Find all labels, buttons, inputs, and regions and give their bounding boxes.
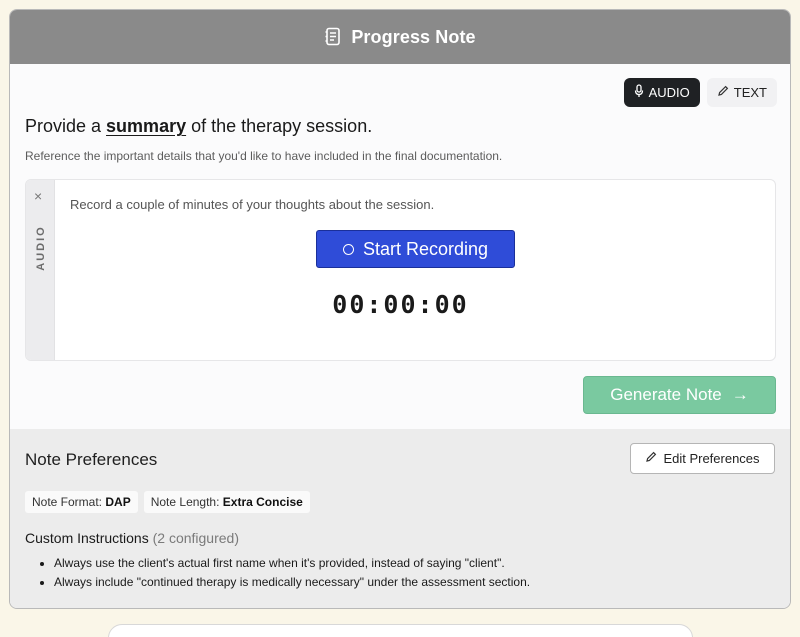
note-length-pill: Note Length: Extra Concise: [143, 491, 310, 513]
record-label: Start Recording: [362, 238, 489, 259]
format-label: Note Format:: [32, 495, 103, 509]
note-format-pill: Note Format: DAP: [25, 491, 138, 513]
arrow-right-icon: →: [731, 385, 749, 404]
audio-recorder-panel: × AUDIO Record a couple of minutes of yo…: [25, 179, 776, 361]
record-icon: [342, 243, 354, 255]
format-value: DAP: [105, 495, 131, 509]
custom-title-text: Custom Instructions: [25, 530, 149, 546]
mode-toggle: AUDIO TEXT: [623, 78, 777, 107]
generate-note-button[interactable]: Generate Note →: [583, 376, 776, 414]
edit-preferences-button[interactable]: Edit Preferences: [630, 443, 775, 474]
session-input-area: AUDIO TEXT Provide a summary of the ther…: [10, 64, 790, 429]
list-item: Always include "continued therapy is med…: [54, 575, 530, 589]
bottom-panel-edge: [108, 624, 693, 637]
note-icon: [324, 27, 342, 47]
heading-prefix: Provide a: [25, 116, 107, 136]
custom-instructions-list: Always use the client's actual first nam…: [54, 556, 530, 594]
edit-preferences-label: Edit Preferences: [663, 451, 760, 466]
page-title: Progress Note: [351, 26, 476, 47]
pencil-icon: [645, 451, 657, 466]
close-icon[interactable]: ×: [34, 188, 42, 204]
length-value: Extra Concise: [222, 495, 303, 509]
preference-pills: Note Format: DAP Note Length: Extra Conc…: [25, 491, 310, 513]
audio-rail: × AUDIO: [26, 180, 55, 360]
custom-instructions-title: Custom Instructions (2 configured): [25, 530, 239, 546]
heading-emphasis: summary: [106, 116, 187, 136]
pencil-icon: [717, 85, 729, 100]
length-label: Note Length:: [150, 495, 220, 509]
list-item: Always use the client's actual first nam…: [54, 556, 530, 570]
text-mode-label: TEXT: [733, 85, 767, 100]
audio-mode-label: AUDIO: [648, 85, 690, 100]
generate-label: Generate Note: [610, 385, 722, 404]
start-recording-button[interactable]: Start Recording: [316, 230, 515, 268]
heading-suffix: of the therapy session.: [186, 116, 373, 136]
preferences-title: Note Preferences: [25, 450, 158, 469]
note-preferences-section: Note Preferences Edit Preferences Note F…: [10, 429, 790, 608]
microphone-icon: [634, 84, 644, 101]
progress-note-card: Progress Note AUDIO TEXT Provide a summa…: [9, 9, 791, 609]
audio-instruction: Record a couple of minutes of your thoug…: [70, 197, 435, 212]
audio-mode-button[interactable]: AUDIO: [623, 78, 700, 107]
card-header: Progress Note: [10, 10, 790, 64]
prompt-heading: Provide a summary of the therapy session…: [25, 116, 372, 137]
audio-rail-label: AUDIO: [35, 225, 47, 271]
custom-count: (2 configured): [152, 530, 239, 546]
text-mode-button[interactable]: TEXT: [706, 78, 777, 107]
prompt-subtext: Reference the important details that you…: [25, 149, 503, 163]
recording-timer: 00:00:00: [332, 290, 469, 319]
